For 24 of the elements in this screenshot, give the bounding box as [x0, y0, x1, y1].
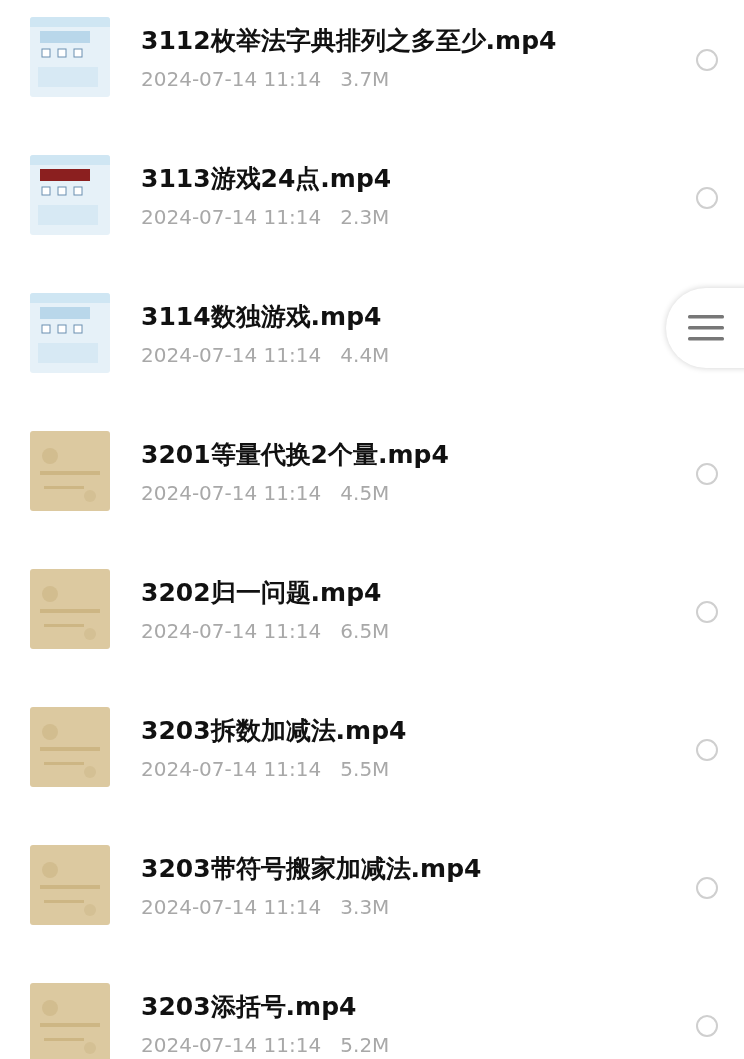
file-info: 2024-07-14 11:14 3.3M: [141, 894, 391, 919]
file-name: 3203带符号搬家加减法.mp4: [141, 852, 483, 885]
select-radio[interactable]: [696, 187, 718, 209]
select-radio[interactable]: [696, 877, 718, 899]
menu-icon: [688, 315, 724, 341]
file-info: 2024-07-14 11:14 3.7M: [141, 66, 391, 91]
file-info: 2024-07-14 11:14 6.5M: [141, 618, 391, 643]
file-info: 2024-07-14 11:14 5.5M: [141, 756, 391, 781]
select-radio[interactable]: [696, 49, 718, 71]
file-info: 2024-07-14 11:14 4.4M: [141, 342, 391, 367]
select-radio[interactable]: [696, 601, 718, 623]
file-name: 3202归一问题.mp4: [141, 576, 383, 609]
file-info: 2024-07-14 11:14 5.2M: [141, 1032, 391, 1057]
select-radio[interactable]: [696, 739, 718, 761]
select-radio[interactable]: [696, 1015, 718, 1037]
file-info: 2024-07-14 11:14 4.5M: [141, 480, 391, 505]
file-name: 3112枚举法字典排列之多至少.mp4: [141, 24, 558, 57]
file-name: 3203拆数加减法.mp4: [141, 714, 408, 747]
file-name: 3203添括号.mp4: [141, 990, 358, 1023]
file-name: 3114数独游戏.mp4: [141, 300, 383, 333]
file-info: 2024-07-14 11:14 2.3M: [141, 204, 391, 229]
select-radio[interactable]: [696, 463, 718, 485]
file-name: 3201等量代换2个量.mp4: [141, 438, 450, 471]
file-name: 3113游戏24点.mp4: [141, 162, 393, 195]
